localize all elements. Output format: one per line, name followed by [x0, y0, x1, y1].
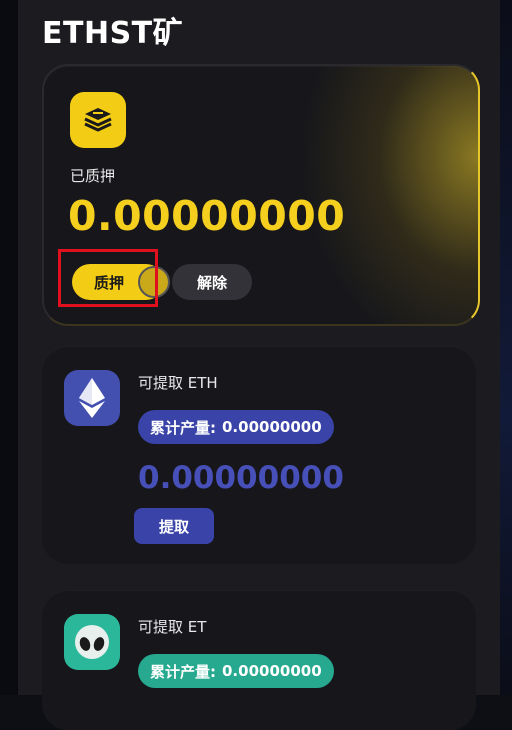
eth-available-amount: 0.00000000: [138, 460, 344, 496]
release-button[interactable]: 解除: [172, 264, 252, 300]
cumulative-output-label: 累计产量:: [150, 662, 216, 681]
eth-cumulative-output-badge: 累计产量: 0.00000000: [138, 410, 334, 444]
stake-button[interactable]: 质押: [72, 264, 170, 300]
cumulative-output-value: 0.00000000: [222, 662, 322, 680]
et-cumulative-output-badge: 累计产量: 0.00000000: [138, 654, 334, 688]
left-edge: [0, 0, 18, 695]
stake-button-label: 质押: [94, 273, 125, 292]
right-edge: [500, 0, 512, 695]
page-title: ETHST矿: [42, 16, 184, 51]
ethereum-icon: [64, 370, 120, 426]
stack-layers-icon: [70, 92, 126, 148]
staked-label: 已质押: [70, 167, 116, 185]
eth-available-label: 可提取 ETH: [138, 374, 218, 392]
eth-withdraw-card: 可提取 ETH 累计产量: 0.00000000 0.00000000 提取: [42, 346, 476, 564]
app-screen: ETHST矿 已质押 0.00000000 质押 解除 可提取 ETH 累计产量…: [18, 0, 500, 730]
stake-toggle-knob: [138, 266, 170, 298]
stake-card: 已质押 0.00000000 质押 解除: [42, 64, 480, 326]
cumulative-output-label: 累计产量:: [150, 418, 216, 437]
et-withdraw-card: 可提取 ET 累计产量: 0.00000000: [42, 590, 476, 730]
cumulative-output-value: 0.00000000: [222, 418, 322, 436]
eth-withdraw-button[interactable]: 提取: [134, 508, 214, 544]
et-available-label: 可提取 ET: [138, 618, 207, 636]
staked-amount: 0.00000000: [68, 192, 346, 240]
alien-face-icon: [64, 614, 120, 670]
